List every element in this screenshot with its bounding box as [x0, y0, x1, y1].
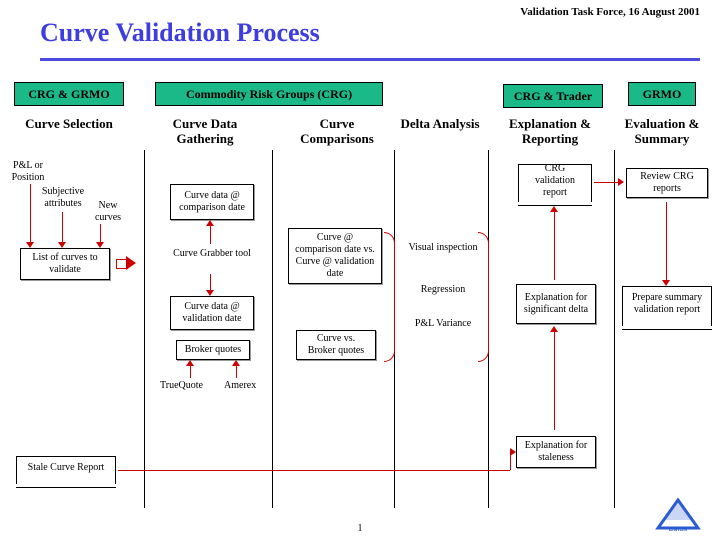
arrow-stale-to-expl: [554, 330, 555, 430]
arrowhead-amerex-to-broker: [232, 360, 240, 366]
arrow-grabber-up: [210, 226, 211, 244]
input-subjective-attributes: Subjective attributes: [34, 186, 92, 210]
page-title: Curve Validation Process: [40, 18, 320, 48]
arrowhead-report-to-review: [618, 178, 624, 186]
colhdr-curve-comparisons: Curve Comparisons: [282, 116, 392, 146]
report-stale-curve: Stale Curve Report: [16, 456, 116, 484]
input-pl-position: P&L or Position: [6, 160, 50, 184]
brace-col3-to-col4: [384, 232, 395, 362]
colhdr-evaluation-summary: Evaluation & Summary: [612, 116, 712, 146]
arrowhead-stale-to-expl: [550, 326, 558, 332]
box-explanation-delta: Explanation for significant delta: [516, 284, 596, 324]
report-crg-validation: CRG validation report: [518, 164, 592, 202]
col-sep-2: [272, 150, 273, 508]
arrow-review-to-summary: [666, 202, 667, 280]
text-amerex: Amerex: [224, 380, 256, 392]
colhdr-curve-selection: Curve Selection: [14, 116, 124, 131]
box-curve-vs-broker: Curve vs. Broker quotes: [296, 330, 376, 360]
arrow-new-to-list: [100, 224, 101, 242]
header-date: Validation Task Force, 16 August 2001: [520, 6, 700, 18]
input-new-curves: New curves: [88, 200, 128, 224]
colhdr-curve-data-gathering: Curve Data Gathering: [150, 116, 260, 146]
arrowhead-tq-to-broker: [186, 360, 194, 366]
arrow-stalereport-to-staleexpl: [118, 470, 510, 471]
arrow-expl-to-report: [554, 210, 555, 280]
box-list-of-curves: List of curves to validate: [20, 248, 110, 280]
arrowhead-expl-to-report: [550, 206, 558, 212]
text-curve-grabber-tool: Curve Grabber tool: [172, 248, 252, 260]
col-sep-1: [144, 150, 145, 508]
arrow-subj-to-list: [62, 212, 63, 242]
col-sep-5: [614, 150, 615, 508]
box-review-crg-reports: Review CRG reports: [626, 168, 708, 198]
arrowhead-review-to-summary: [662, 280, 670, 286]
owner-grmo: GRMO: [628, 82, 696, 106]
enron-logo-icon: ENRON: [654, 498, 702, 532]
flow-list-to-grabber: [116, 256, 136, 270]
arrow-pl-to-list: [30, 184, 31, 242]
logo-text: ENRON: [669, 527, 687, 532]
box-curve-data-comparison: Curve data @ comparison date: [170, 184, 254, 220]
colhdr-delta-analysis: Delta Analysis: [395, 116, 485, 131]
arrowhead-pl-to-list: [26, 242, 34, 248]
arrow-tq-to-broker: [190, 364, 191, 378]
arrowhead-grabber-down: [206, 290, 214, 296]
box-curve-comparisons: Curve @ comparison date vs. Curve @ vali…: [288, 228, 382, 284]
text-regression: Regression: [408, 284, 478, 296]
brace-col4-to-col5: [478, 232, 489, 362]
arrowhead-stalereport-to-staleexpl: [510, 448, 516, 456]
box-explanation-staleness: Explanation for staleness: [516, 436, 596, 468]
owner-crg: Commodity Risk Groups (CRG): [155, 82, 383, 106]
box-broker-quotes: Broker quotes: [176, 340, 250, 360]
title-rule: [40, 58, 700, 61]
arrow-amerex-to-broker: [236, 364, 237, 378]
arrowhead-subj-to-list: [58, 242, 66, 248]
owner-crg-grmo: CRG & GRMO: [14, 82, 124, 106]
arrow-report-to-review: [594, 182, 618, 183]
page-number: 1: [358, 523, 363, 534]
text-visual-inspection: Visual inspection: [408, 242, 478, 254]
arrowhead-grabber-up: [206, 220, 214, 226]
owner-crg-trader: CRG & Trader: [503, 84, 603, 108]
report-summary-validation: Prepare summary validation report: [622, 286, 712, 326]
text-truequote: TrueQuote: [160, 380, 203, 392]
colhdr-explanation-reporting: Explanation & Reporting: [490, 116, 610, 146]
box-curve-data-validation: Curve data @ validation date: [170, 296, 254, 330]
arrowhead-new-to-list: [96, 242, 104, 248]
text-pl-variance: P&L Variance: [408, 318, 478, 330]
